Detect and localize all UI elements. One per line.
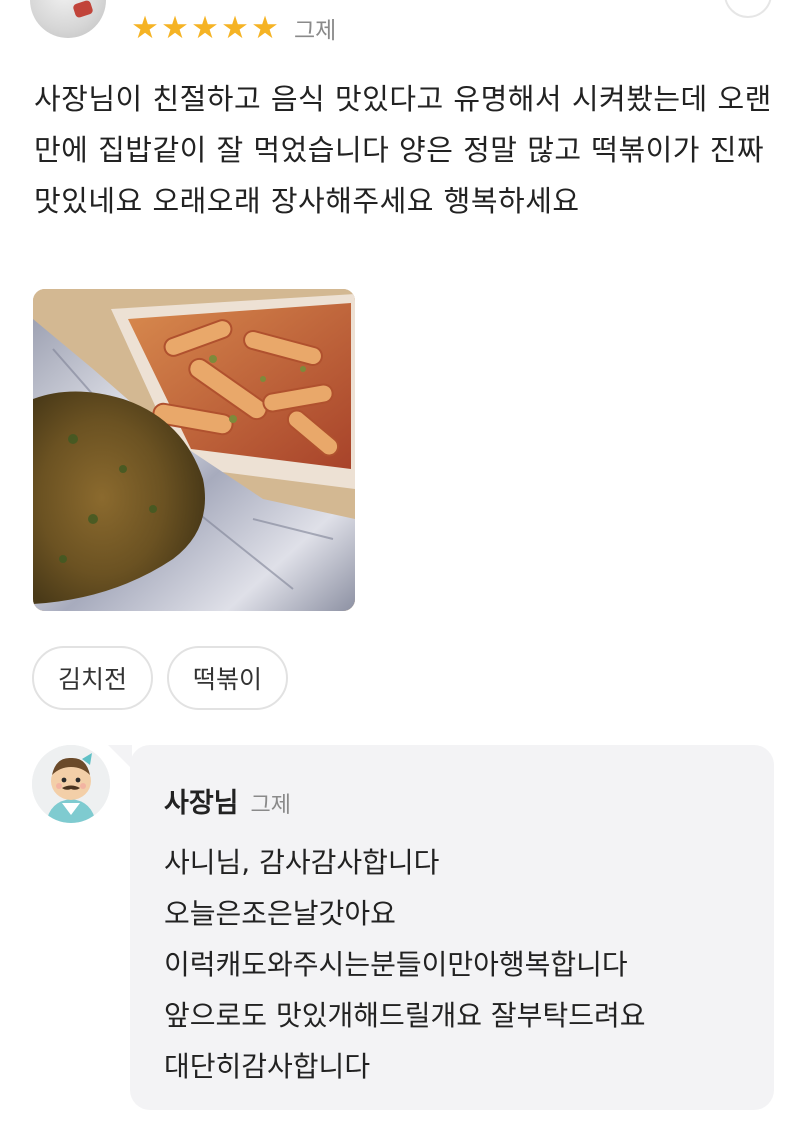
star-rating: ★ ★ ★ ★ ★: [130, 10, 280, 46]
reply-header: 사장님 그제: [164, 781, 291, 820]
tag-tteokbokki[interactable]: 떡볶이: [167, 646, 289, 710]
owner-avatar: [32, 745, 110, 823]
menu-tags: 김치전 떡볶이: [32, 646, 289, 710]
avatar-decoration: [72, 0, 94, 19]
reply-line: 오늘은조은날갓아요: [164, 897, 396, 930]
more-options-button[interactable]: [724, 0, 772, 18]
chef-avatar-icon: [32, 745, 110, 823]
star-icon: ★: [161, 10, 189, 46]
star-icon: ★: [221, 10, 249, 46]
owner-name: 사장님: [164, 788, 239, 819]
reply-text: 사니님, 감사감사합니다 오늘은조은날갓아요 이럭캐도와주시는분들이만아행복합니…: [164, 837, 764, 1092]
tag-kimchijeon[interactable]: 김치전: [32, 646, 154, 710]
star-icon: ★: [191, 10, 219, 46]
rating-row: ★ ★ ★ ★ ★ 그제: [130, 8, 336, 48]
review-date: 그제: [294, 18, 337, 44]
food-photo-icon: [33, 289, 355, 611]
owner-reply-bubble: 사장님 그제 사니님, 감사감사합니다 오늘은조은날갓아요 이럭캐도와주시는분들…: [108, 745, 774, 1110]
reply-date: 그제: [250, 793, 292, 818]
star-icon: ★: [251, 10, 279, 46]
reply-line: 이럭캐도와주시는분들이만아행복합니다: [164, 948, 628, 981]
reply-line: 사니님, 감사감사합니다: [164, 846, 440, 879]
review-photo[interactable]: [33, 289, 355, 611]
reviewer-avatar[interactable]: [30, 0, 106, 38]
review-text: 사장님이 친절하고 음식 맛있다고 유명해서 시켜봤는데 오랜만에 집밥같이 잘…: [34, 82, 772, 218]
star-icon: ★: [131, 10, 159, 46]
reply-line: 대단히감사합니다: [164, 1050, 371, 1083]
reply-line: 앞으로도 맛있개해드릴개요 잘부탁드려요: [164, 999, 646, 1032]
